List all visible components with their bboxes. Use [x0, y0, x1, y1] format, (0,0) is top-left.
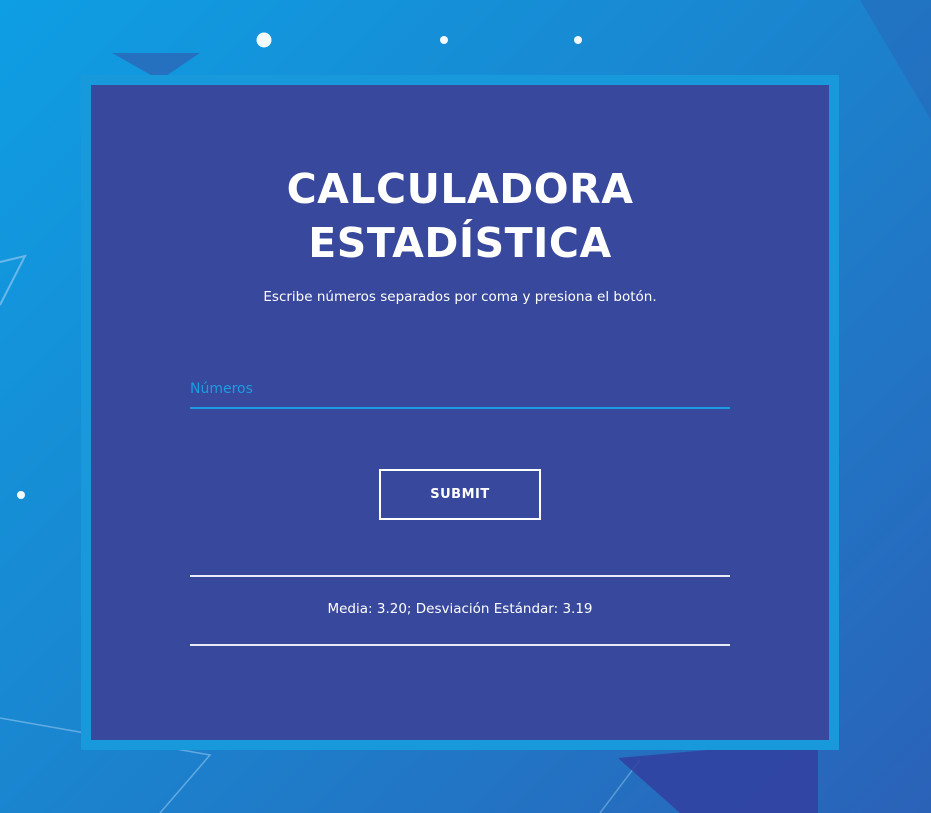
title-line-2: ESTADÍSTICA	[308, 219, 612, 267]
result-divider-bottom	[190, 644, 730, 646]
numbers-input[interactable]	[190, 370, 730, 407]
submit-button[interactable]: SUBMIT	[379, 469, 541, 520]
numbers-field	[190, 370, 730, 409]
page-title: CALCULADORA ESTADÍSTICA	[0, 162, 920, 270]
result-text: Media: 3.20; Desviación Estándar: 3.19	[327, 601, 593, 617]
result-divider-top	[190, 575, 730, 577]
instructions-text: Escribe números separados por coma y pre…	[263, 289, 657, 305]
title-line-1: CALCULADORA	[286, 165, 634, 213]
